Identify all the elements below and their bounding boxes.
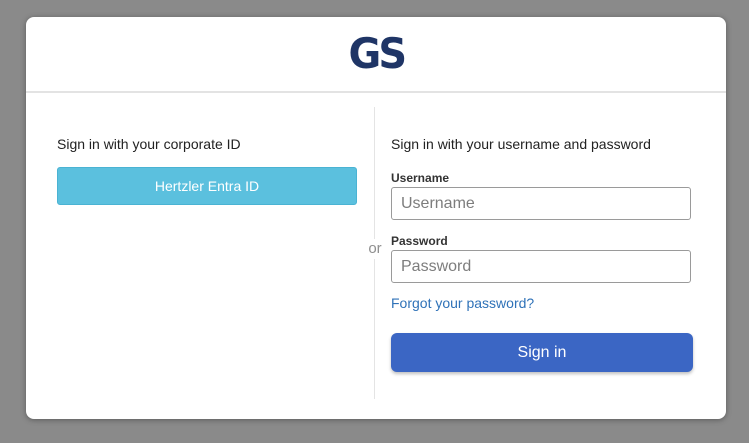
or-separator: or (365, 239, 385, 259)
sign-in-button[interactable]: Sign in (391, 333, 693, 372)
corporate-signin-section: Sign in with your corporate ID Hertzler … (57, 136, 359, 205)
brand-logo: GS (348, 29, 407, 78)
forgot-password-link[interactable]: Forgot your password? (391, 295, 534, 311)
username-label: Username (391, 171, 450, 185)
login-card: GS Sign in with your corporate ID Hertzl… (26, 17, 726, 419)
sso-signin-button[interactable]: Hertzler Entra ID (57, 167, 357, 205)
corporate-signin-title: Sign in with your corporate ID (57, 136, 241, 152)
card-header: GS (26, 17, 726, 93)
credentials-signin-title: Sign in with your username and password (391, 136, 651, 152)
credentials-signin-section: Sign in with your username and password … (391, 136, 693, 372)
username-input[interactable] (391, 187, 691, 220)
password-label: Password (391, 234, 448, 248)
password-input[interactable] (391, 250, 691, 283)
